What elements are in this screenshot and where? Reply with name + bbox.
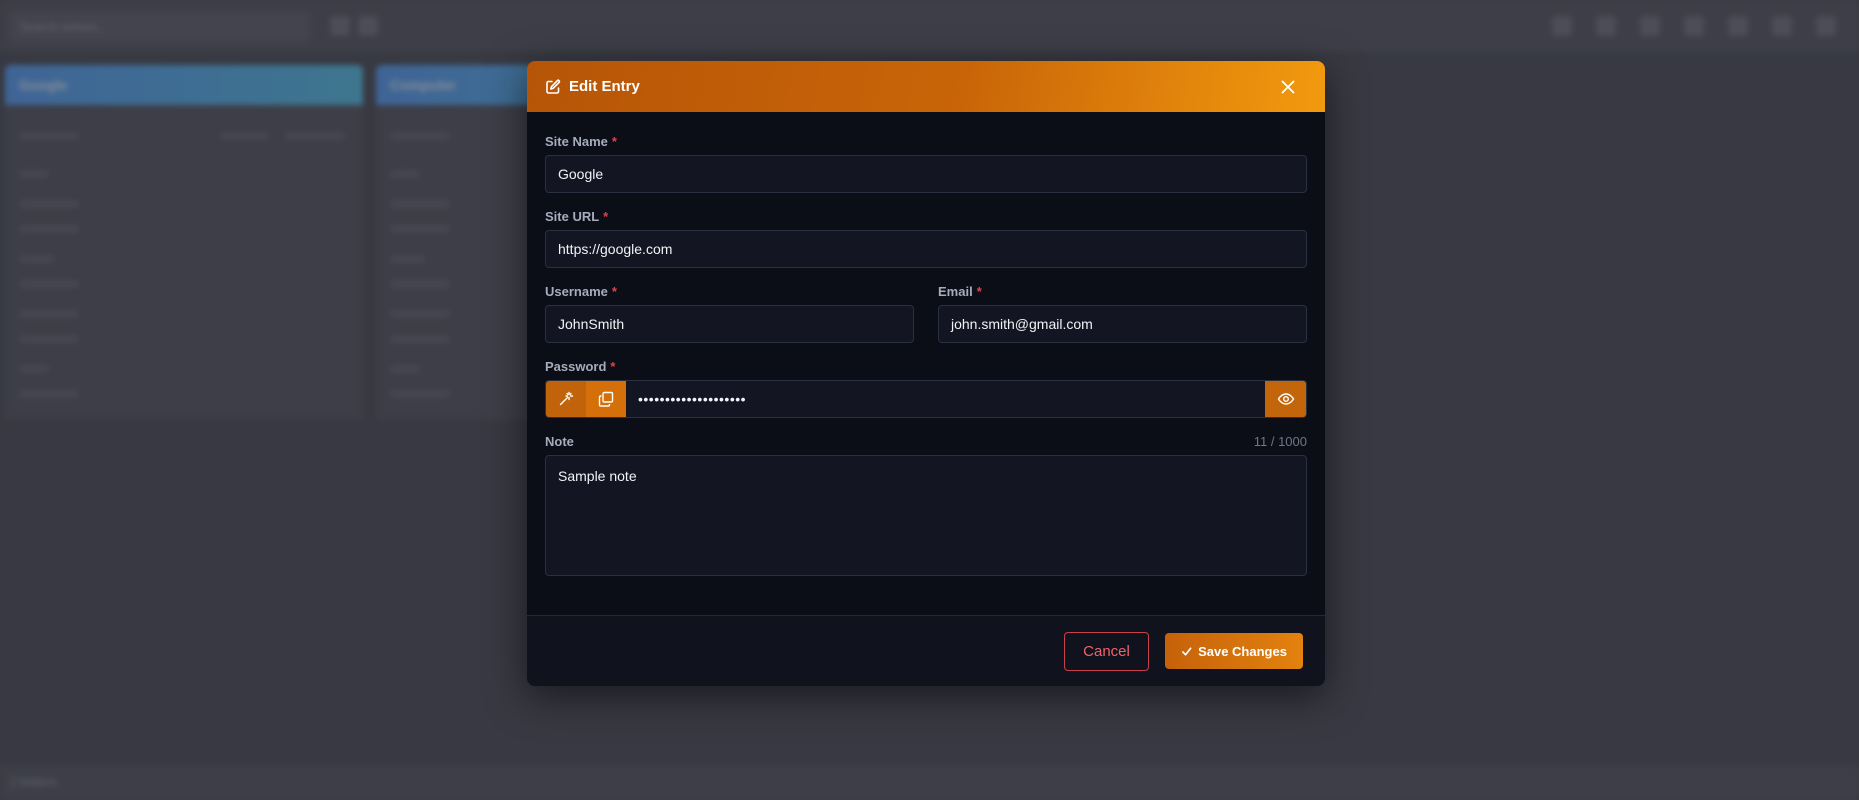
- note-field: Note 11 / 1000 Sample note: [545, 434, 1307, 576]
- toggle-password-visibility-button[interactable]: [1265, 381, 1306, 417]
- save-changes-button[interactable]: Save Changes: [1165, 633, 1303, 669]
- required-marker: *: [611, 283, 617, 299]
- close-icon[interactable]: [1279, 78, 1297, 96]
- username-input[interactable]: JohnSmith: [545, 305, 914, 343]
- required-marker: *: [611, 133, 617, 149]
- edit-entry-dialog: Edit Entry Site Name * Google Site URL * h…: [527, 61, 1325, 686]
- password-input[interactable]: ••••••••••••••••••••: [626, 381, 1265, 417]
- required-marker: *: [976, 283, 982, 299]
- note-label: Note: [545, 433, 574, 449]
- check-icon: [1182, 646, 1192, 656]
- site-url-field: Site URL * https://google.com: [545, 209, 1307, 268]
- site-url-label: Site URL *: [545, 208, 609, 224]
- site-name-label: Site Name *: [545, 133, 617, 149]
- dialog-footer: Cancel Save Changes: [527, 615, 1325, 686]
- username-field: Username * JohnSmith: [545, 284, 914, 343]
- edit-icon: [545, 79, 561, 95]
- required-marker: *: [603, 208, 609, 224]
- copy-icon: [598, 391, 614, 407]
- dialog-body: Site Name * Google Site URL * https://goog…: [527, 112, 1325, 576]
- password-field: Password * ••••••••••••••••••••: [545, 359, 1307, 418]
- cancel-button[interactable]: Cancel: [1064, 632, 1149, 671]
- save-changes-label: Save Changes: [1198, 643, 1287, 659]
- dialog-header: Edit Entry: [527, 61, 1325, 112]
- site-name-field: Site Name * Google: [545, 134, 1307, 193]
- eye-icon: [1277, 393, 1294, 405]
- email-label: Email *: [938, 283, 982, 299]
- email-field: Email * john.smith@gmail.com: [938, 284, 1307, 343]
- site-name-input[interactable]: Google: [545, 155, 1307, 193]
- site-url-input[interactable]: https://google.com: [545, 230, 1307, 268]
- note-textarea[interactable]: Sample note: [545, 455, 1307, 576]
- email-input[interactable]: john.smith@gmail.com: [938, 305, 1307, 343]
- password-label: Password *: [545, 358, 616, 374]
- copy-password-button[interactable]: [586, 381, 626, 417]
- password-input-group: ••••••••••••••••••••: [545, 380, 1307, 418]
- magic-wand-icon: [559, 391, 574, 406]
- required-marker: *: [610, 358, 616, 374]
- note-character-counter: 11 / 1000: [1253, 433, 1307, 449]
- generate-password-button[interactable]: [546, 381, 586, 417]
- username-label: Username *: [545, 283, 617, 299]
- dialog-title: Edit Entry: [569, 78, 640, 95]
